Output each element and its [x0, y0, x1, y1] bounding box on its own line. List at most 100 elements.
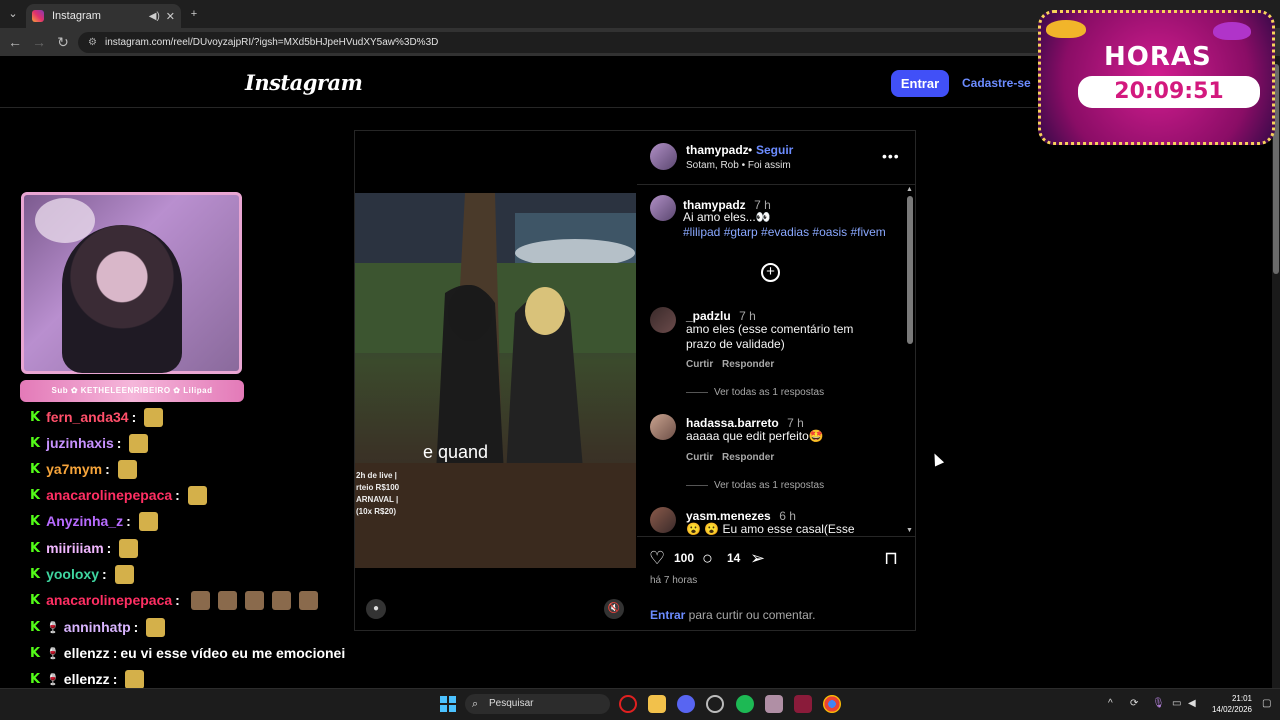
comment-count: 14: [727, 551, 741, 565]
comment-time: 6 h: [779, 509, 796, 523]
reload-icon[interactable]: ↻: [54, 33, 72, 51]
save-icon[interactable]: ⊓: [884, 548, 898, 569]
avatar[interactable]: [650, 507, 676, 533]
browser-tab-instagram[interactable]: Instagram ◀) ✕: [26, 4, 181, 28]
chat-message: Kjuzinhaxis:: [30, 432, 149, 454]
taskbar-search[interactable]: ⌕ Pesquisar: [465, 694, 610, 714]
instagram-logo[interactable]: Instagram: [245, 70, 363, 95]
chat-username[interactable]: juzinhaxis: [46, 435, 114, 451]
chat-username[interactable]: anacarolinepepaca: [46, 592, 172, 608]
login-button[interactable]: Entrar: [891, 70, 949, 97]
scroll-down-icon[interactable]: ▼: [906, 527, 913, 534]
volume-icon[interactable]: ◀: [1188, 698, 1196, 709]
chat-emote-icon: [244, 590, 264, 610]
like-comment-link[interactable]: Curtir: [686, 452, 713, 463]
microphone-icon[interactable]: 🎙: [1152, 698, 1165, 709]
chat-message: K 🍷 anninhatp:: [30, 616, 166, 638]
more-options-icon[interactable]: •••: [882, 148, 900, 164]
chat-emote-icon: [187, 485, 207, 505]
chat-username[interactable]: Anyzinha_z: [46, 513, 123, 529]
new-tab-button[interactable]: +: [186, 6, 202, 22]
network-icon[interactable]: ▭: [1172, 698, 1181, 709]
windows-start-icon[interactable]: [440, 696, 456, 712]
avatar[interactable]: [650, 414, 676, 440]
app-icon[interactable]: [794, 695, 812, 713]
overlay-line: 2h de live |: [356, 471, 397, 480]
discord-icon[interactable]: [677, 695, 695, 713]
comment-username[interactable]: hadassa.barreto: [686, 416, 779, 430]
chat-emote-icon: [117, 459, 137, 479]
chat-colon: :: [116, 435, 122, 451]
chat-emote-icon: [146, 617, 166, 637]
follow-button[interactable]: Seguir: [756, 143, 793, 157]
avatar[interactable]: [650, 143, 677, 170]
avatar[interactable]: [650, 307, 676, 333]
reply-comment-link[interactable]: Responder: [722, 452, 774, 463]
url-text: instagram.com/reel/DUvoyzajpRI/?igsh=MXd…: [104, 37, 439, 48]
load-more-comments-icon[interactable]: +: [761, 263, 780, 282]
comment-text: amo eles (esse comentário tem prazo de v…: [686, 322, 854, 351]
chat-username[interactable]: miiriiiam: [46, 540, 104, 556]
login-prompt-link[interactable]: Entrar: [650, 608, 685, 622]
audio-info[interactable]: Sotam, Rob • Foi assim: [686, 160, 791, 171]
chat-username[interactable]: ellenzz: [64, 671, 110, 687]
kick-badge-icon: K: [30, 619, 41, 635]
file-explorer-icon[interactable]: [648, 695, 666, 713]
kick-badge-icon: K: [30, 592, 41, 608]
view-replies-text: Ver todas as 1 respostas: [714, 387, 825, 398]
signup-link[interactable]: Cadastre-se: [962, 76, 1031, 90]
chat-colon: :: [106, 540, 112, 556]
view-replies-link[interactable]: Ver todas as 1 respostas: [686, 387, 824, 398]
carnival-mask-icon: [1046, 20, 1086, 38]
share-icon[interactable]: ➢: [750, 548, 765, 569]
sync-icon[interactable]: ⟳: [1130, 698, 1138, 709]
chat-username[interactable]: anacarolinepepaca: [46, 487, 172, 503]
close-tab-icon[interactable]: ✕: [166, 10, 175, 23]
avatar[interactable]: [650, 195, 676, 221]
chat-username[interactable]: ellenzz: [64, 645, 110, 661]
app-icon[interactable]: [706, 695, 724, 713]
like-icon[interactable]: ♡: [649, 548, 665, 569]
view-replies-link[interactable]: Ver todas as 1 respostas: [686, 480, 824, 491]
site-info-icon[interactable]: ⚙: [88, 37, 97, 48]
comment-icon[interactable]: ○: [702, 548, 713, 569]
url-field[interactable]: ⚙ instagram.com/reel/DUvoyzajpRI/?igsh=M…: [78, 32, 1058, 53]
chrome-icon[interactable]: [823, 695, 841, 713]
comment-text: 😮 😮 Eu amo esse casal(Esse: [686, 522, 855, 536]
like-count[interactable]: 100: [674, 551, 694, 565]
chat-emote-icon: [190, 590, 210, 610]
chat-emote-icon: [125, 669, 145, 689]
chat-emote-icon: [129, 433, 149, 453]
tray-clock[interactable]: 21:01 14/02/2026: [1210, 693, 1252, 715]
scroll-up-icon[interactable]: ▲: [906, 186, 913, 193]
kick-badge-icon: K: [30, 487, 41, 503]
tab-search-icon[interactable]: ⌄: [5, 6, 21, 22]
speaker-icon[interactable]: ◀): [149, 11, 160, 22]
chat-message: K 🍷 ellenzz:: [30, 668, 145, 690]
chat-emote-icon: [114, 564, 134, 584]
comment-username[interactable]: _padzlu: [686, 309, 731, 323]
reply-comment-link[interactable]: Responder: [722, 359, 774, 370]
cam-badge: Sub ✿ KETHELEENRIBEIRO ✿ Lilipad: [20, 380, 244, 402]
like-comment-link[interactable]: Curtir: [686, 359, 713, 370]
chat-username[interactable]: fern_anda34: [46, 409, 128, 425]
post-username[interactable]: thamypadz: [686, 143, 749, 157]
back-icon[interactable]: ←: [6, 33, 24, 51]
mute-icon[interactable]: 🔇: [604, 599, 624, 619]
chat-username[interactable]: ya7mym: [46, 461, 102, 477]
chat-username[interactable]: anninhatp: [64, 619, 131, 635]
spotify-icon[interactable]: [736, 695, 754, 713]
opera-icon[interactable]: [619, 695, 637, 713]
caption-hashtags[interactable]: #lilipad #gtarp #evadias #oasis #fivem: [683, 225, 886, 239]
tagged-user-icon[interactable]: ●: [366, 599, 386, 619]
chat-colon: :: [133, 619, 139, 635]
horas-title: HORAS: [1104, 42, 1212, 72]
app-icon[interactable]: [765, 695, 783, 713]
comment-username[interactable]: yasm.menezes: [686, 509, 771, 523]
forward-icon[interactable]: →: [30, 33, 48, 51]
video-overlay-text: 2h de live | rteio R$100 ARNAVAL | (10x …: [356, 470, 399, 518]
comments-scrollbar[interactable]: [907, 196, 913, 344]
notification-icon[interactable]: ▢: [1262, 698, 1271, 709]
chat-username[interactable]: yooloxy: [46, 566, 99, 582]
tray-overflow-icon[interactable]: ^: [1108, 698, 1113, 709]
